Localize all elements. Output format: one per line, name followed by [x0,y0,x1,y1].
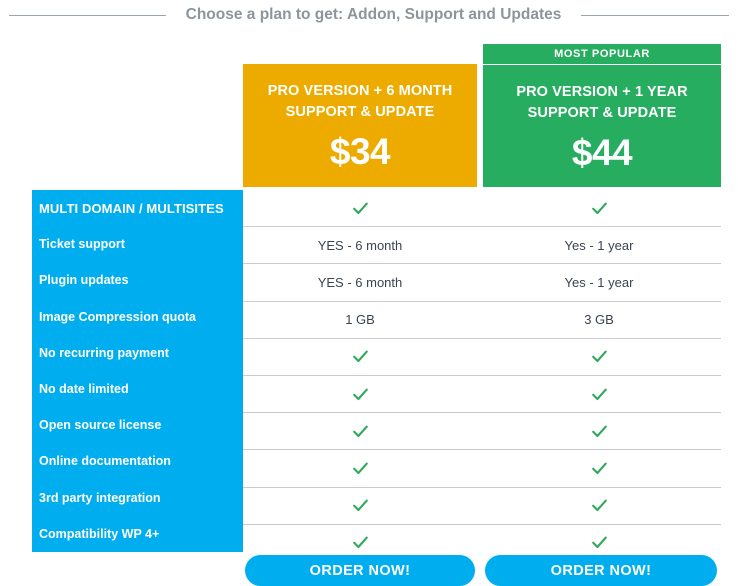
value-cell-1-year [477,450,721,486]
table-row: YES - 6 month Yes - 1 year [243,226,721,263]
feature-label: Image Compression quota [39,309,196,324]
feature-label: Open source license [39,418,162,433]
table-row [243,190,721,226]
check-icon [351,385,370,404]
value-cell-6-month: YES - 6 month [317,274,403,290]
value-cell-1-year: Yes - 1 year [564,274,634,290]
check-icon [590,496,609,515]
value-cell-1-year: Yes - 1 year [564,237,634,253]
check-icon [351,422,370,441]
feature-label: MULTI DOMAIN / MULTISITES [39,200,224,216]
plan-price: $34 [329,131,391,172]
plan-card-body: PRO VERSION + 1 YEAR SUPPORT & UPDATE $4… [483,65,721,176]
value-cell-6-month: 1 GB [345,312,375,328]
value-cell-1-year [477,413,721,449]
plan-card-body: PRO VERSION + 6 MONTH SUPPORT & UPDATE $… [243,64,477,175]
feature-label: Online documentation [39,454,171,469]
plan-name-line1: PRO VERSION + 6 MONTH [267,83,453,99]
page-heading: Choose a plan to get: Addon, Support and… [0,0,738,30]
table-row [243,337,721,375]
check-icon [590,422,609,441]
check-icon [351,459,370,478]
feature-label: No date limited [39,382,129,397]
plan-name: PRO VERSION + 1 YEAR SUPPORT & UPDATE [483,82,721,124]
check-icon [590,385,609,404]
value-cell-6-month: YES - 6 month [317,237,403,253]
check-icon [351,347,370,366]
plan-name-line1: PRO VERSION + 1 YEAR [516,84,688,100]
value-cell-1-year [477,488,721,524]
value-cell-6-month [243,488,477,524]
feature-label: Compatibility WP 4+ [39,526,160,541]
value-cell-6-month [243,413,477,449]
order-now-button-6-month[interactable]: ORDER NOW! [245,555,475,586]
table-row: YES - 6 month Yes - 1 year [243,263,721,300]
table-row [243,449,721,486]
check-icon [351,496,370,515]
check-icon [590,533,609,552]
plan-name: PRO VERSION + 6 MONTH SUPPORT & UPDATE [243,81,477,123]
check-icon [590,199,609,218]
feature-label: No recurring payment [39,345,169,360]
feature-label: Plugin updates [39,273,129,288]
value-cell-1-year [477,190,721,226]
plan-price: $44 [571,132,633,173]
feature-values-table: YES - 6 month Yes - 1 year YES - 6 month Ye… [243,190,721,552]
value-cell-6-month [243,339,477,375]
most-popular-badge: MOST POPULAR [483,44,721,65]
table-row [243,486,721,524]
value-cell-6-month [243,450,477,486]
value-cell-1-year [477,339,721,375]
page-title: Choose a plan to get: Addon, Support and… [185,6,562,23]
value-cell-1-year: 3 GB [584,312,614,328]
check-icon [351,199,370,218]
value-cell-6-month [243,376,477,412]
value-cell-6-month [243,190,477,226]
feature-label-column: MULTI DOMAIN / MULTISITES Ticket support… [32,190,243,552]
plan-card-6-month[interactable]: PRO VERSION + 6 MONTH SUPPORT & UPDATE $… [243,64,477,187]
feature-label: 3rd party integration [39,490,161,505]
plan-name-line2: SUPPORT & UPDATE [285,104,435,120]
check-icon [590,459,609,478]
feature-label: Ticket support [39,237,125,252]
check-icon [351,533,370,552]
table-row [243,412,721,449]
table-row: 1 GB 3 GB [243,300,721,338]
heading-divider-left [8,14,166,16]
heading-divider-right [581,14,730,16]
plan-name-line2: SUPPORT & UPDATE [527,105,677,121]
value-cell-1-year [477,376,721,412]
order-now-button-1-year[interactable]: ORDER NOW! [485,555,717,586]
plan-card-1-year[interactable]: MOST POPULAR PRO VERSION + 1 YEAR SUPPOR… [483,44,721,187]
table-row [243,374,721,412]
check-icon [590,347,609,366]
